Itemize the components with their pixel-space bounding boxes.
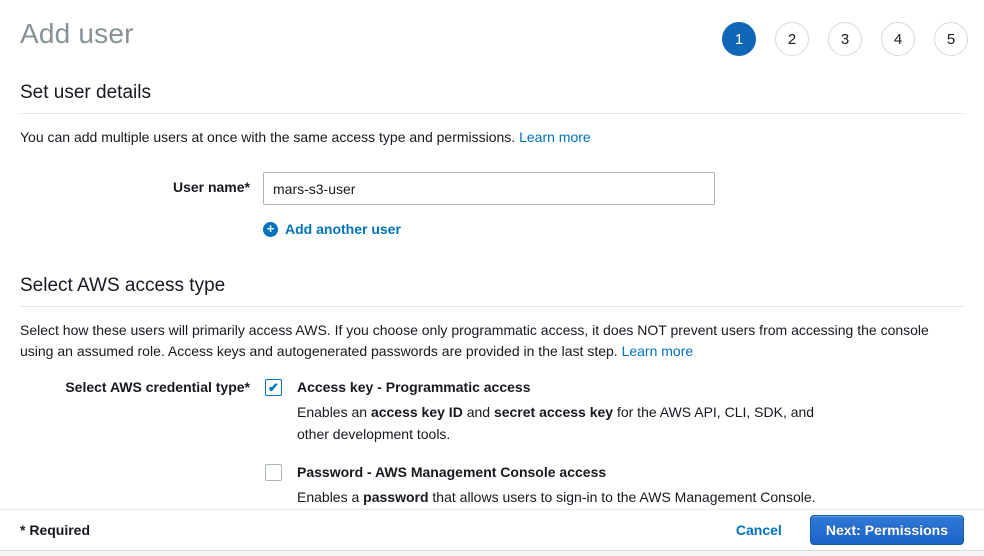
access-type-heading: Select AWS access type — [20, 275, 964, 307]
step-circle-4: 4 — [881, 22, 915, 56]
programmatic-access-description: Enables an access key ID and secret acce… — [297, 401, 827, 445]
add-another-user-link[interactable]: + Add another user — [263, 221, 401, 237]
step-circle-1: 1 — [722, 22, 756, 56]
page-header: Add user 12345 — [0, 0, 984, 56]
description-segment: password — [363, 489, 428, 505]
description-segment: that allows users to sign-in to the AWS … — [429, 489, 816, 505]
credential-type-row: Select AWS credential type* ✔ Access key… — [20, 378, 964, 508]
description-segment: secret access key — [494, 404, 613, 420]
username-form-row: User name* — [20, 172, 964, 205]
programmatic-access-title: Access key - Programmatic access — [297, 378, 827, 397]
section-access-type: Select AWS access type Select how these … — [20, 275, 964, 508]
console-access-title: Password - AWS Management Console access — [297, 463, 816, 482]
console-access-description: Enables a password that allows users to … — [297, 486, 816, 508]
access-type-learn-more-link[interactable]: Learn more — [622, 343, 694, 359]
access-type-description: Select how these users will primarily ac… — [20, 320, 964, 362]
plus-circle-icon: + — [263, 222, 278, 237]
add-another-user-label: Add another user — [285, 221, 401, 237]
access-type-description-text: Select how these users will primarily ac… — [20, 322, 929, 359]
user-details-learn-more-link[interactable]: Learn more — [519, 129, 591, 145]
page-title: Add user — [20, 18, 134, 50]
wizard-step-indicator: 12345 — [722, 22, 968, 56]
add-user-page: Add user 12345 Set user details You can … — [0, 0, 984, 556]
programmatic-access-checkbox[interactable]: ✔ — [265, 379, 282, 396]
step-circle-5: 5 — [934, 22, 968, 56]
description-segment: Enables an — [297, 404, 371, 420]
footer-strip — [0, 551, 984, 556]
user-details-description: You can add multiple users at once with … — [20, 127, 964, 148]
option-programmatic-access: ✔ Access key - Programmatic access Enabl… — [265, 378, 827, 445]
next-permissions-button[interactable]: Next: Permissions — [810, 515, 964, 545]
wizard-footer: * Required Cancel Next: Permissions — [0, 509, 984, 556]
section-user-details: Set user details You can add multiple us… — [20, 82, 964, 237]
description-segment: and — [463, 404, 494, 420]
username-label: User name* — [20, 172, 250, 205]
step-circle-3: 3 — [828, 22, 862, 56]
option-console-access: ✔ Password - AWS Management Console acce… — [265, 463, 827, 508]
description-segment: Enables a — [297, 489, 363, 505]
step-circle-2: 2 — [775, 22, 809, 56]
user-details-heading: Set user details — [20, 82, 964, 114]
description-segment: access key ID — [371, 404, 463, 420]
required-note: * Required — [20, 522, 90, 538]
username-input[interactable] — [263, 172, 715, 205]
cancel-button[interactable]: Cancel — [736, 522, 782, 538]
checkmark-icon: ✔ — [268, 381, 279, 394]
credential-type-label: Select AWS credential type* — [20, 378, 250, 508]
user-details-description-text: You can add multiple users at once with … — [20, 129, 515, 145]
console-access-checkbox[interactable]: ✔ — [265, 464, 282, 481]
